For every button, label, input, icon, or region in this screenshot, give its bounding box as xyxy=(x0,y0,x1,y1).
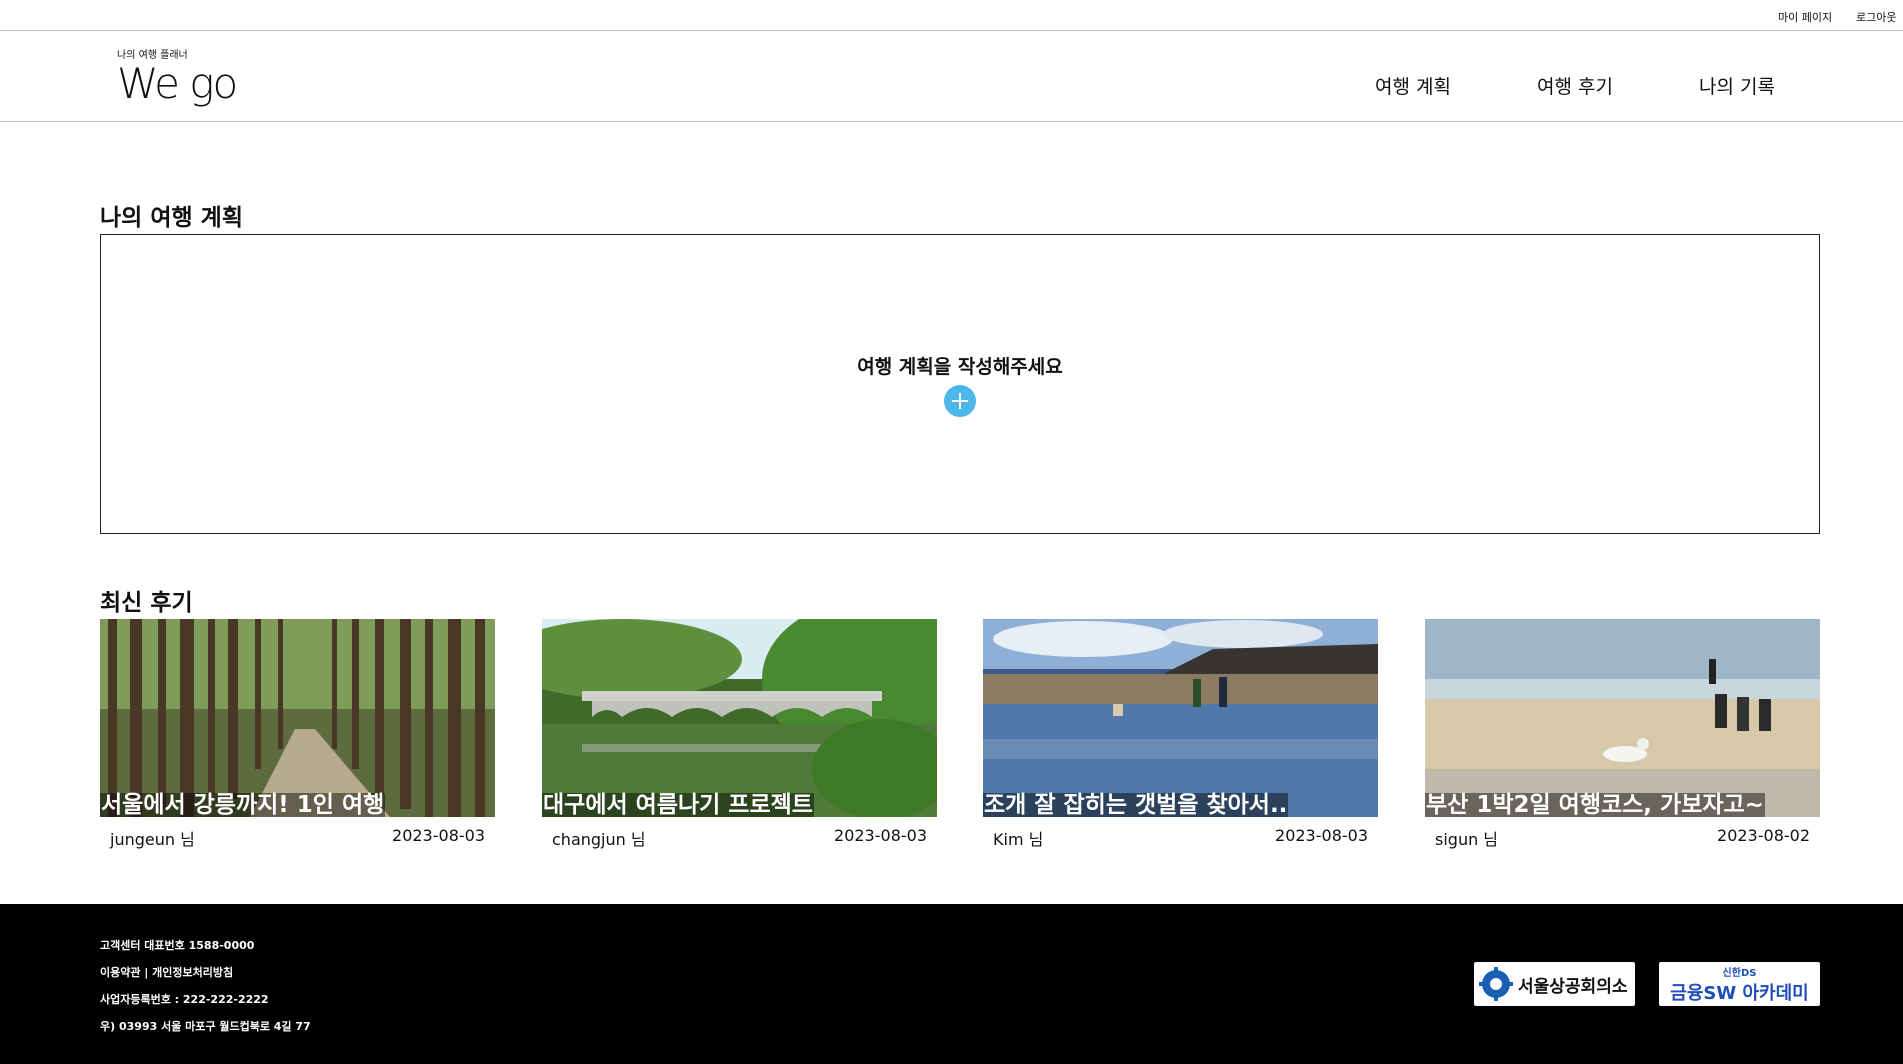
review-card-date: 2023-08-03 xyxy=(834,826,927,845)
sponsor1-name: 서울상공회의소 xyxy=(1518,976,1628,997)
review-thumbnail-forest[interactable]: 서울에서 강릉까지! 1인 여행 xyxy=(100,619,495,817)
review-card-date: 2023-08-02 xyxy=(1717,826,1810,845)
review-card[interactable]: 부산 1박2일 여행코스, 가보자고~ sigun 님 2023-08-02 xyxy=(1425,619,1820,849)
review-card-user: changjun 님 xyxy=(552,830,646,849)
sponsor-logo-seoul-chamber: 서울상공회의소 xyxy=(1474,962,1635,1006)
plan-section-title: 나의 여행 계획 xyxy=(100,205,243,231)
review-thumbnail-tidal-flat[interactable]: 조개 잘 잡히는 갯벌을 찾아서.. xyxy=(983,619,1378,817)
site-footer: 고객센터 대표번호 1588-0000 이용약관 | 개인정보처리방침 사업자등… xyxy=(0,904,1903,1064)
logo[interactable]: 나의 여행 플래너 We go xyxy=(117,46,238,108)
nav-travel-review[interactable]: 여행 후기 xyxy=(1537,72,1613,99)
review-card[interactable]: 대구에서 여름나기 프로젝트 changjun 님 2023-08-03 xyxy=(542,619,937,849)
plan-empty-box: 여행 계획을 작성해주세요 xyxy=(100,234,1820,534)
review-section-title: 최신 후기 xyxy=(100,590,193,616)
site-header: 나의 여행 플래너 We go 여행 계획 여행 후기 나의 기록 xyxy=(0,31,1903,122)
mypage-link[interactable]: 마이 페이지 xyxy=(1778,9,1832,25)
sponsor-logo-shinhan-ds: 신한DS 금융SW 아카데미 xyxy=(1659,962,1820,1006)
review-card-date: 2023-08-03 xyxy=(1275,826,1368,845)
footer-terms-links[interactable]: 이용약관 | 개인정보처리방침 xyxy=(100,964,233,980)
review-card-title: 서울에서 강릉까지! 1인 여행 xyxy=(100,792,386,817)
top-utility-bar: 마이 페이지 로그아웃 xyxy=(0,0,1903,31)
footer-address: 우) 03993 서울 마포구 월드컵북로 4길 77 xyxy=(100,1020,311,1033)
review-card[interactable]: 서울에서 강릉까지! 1인 여행 jungeun 님 2023-08-03 xyxy=(100,619,495,849)
review-card-user: jungeun 님 xyxy=(110,830,195,849)
plus-circle-icon[interactable] xyxy=(944,385,976,417)
review-card[interactable]: 조개 잘 잡히는 갯벌을 찾아서.. Kim 님 2023-08-03 xyxy=(983,619,1378,849)
review-card-title: 부산 1박2일 여행코스, 가보자고~ xyxy=(1425,792,1765,817)
review-thumbnail-beach[interactable]: 부산 1박2일 여행코스, 가보자고~ xyxy=(1425,619,1820,817)
footer-customer-center: 고객센터 대표번호 1588-0000 xyxy=(100,939,255,952)
review-card-title: 조개 잘 잡히는 갯벌을 찾아서.. xyxy=(983,792,1289,817)
review-thumbnail-bridge[interactable]: 대구에서 여름나기 프로젝트 xyxy=(542,619,937,817)
review-card-user: sigun 님 xyxy=(1435,830,1499,849)
review-card-user: Kim 님 xyxy=(993,830,1044,849)
footer-business-number: 사업자등록번호 : 222-222-2222 xyxy=(100,993,269,1006)
nav-my-record[interactable]: 나의 기록 xyxy=(1699,72,1775,99)
nav-travel-plan[interactable]: 여행 계획 xyxy=(1375,72,1451,99)
review-card-date: 2023-08-03 xyxy=(392,826,485,845)
logout-link[interactable]: 로그아웃 xyxy=(1856,9,1896,25)
sponsor2-bottom: 금융SW 아카데미 xyxy=(1670,982,1809,1004)
plan-empty-message: 여행 계획을 작성해주세요 xyxy=(857,356,1063,378)
gear-icon xyxy=(1479,967,1513,1001)
review-card-title: 대구에서 여름나기 프로젝트 xyxy=(542,792,814,817)
sponsor2-top: 신한DS xyxy=(1722,967,1757,979)
logo-title: We go xyxy=(117,59,238,108)
